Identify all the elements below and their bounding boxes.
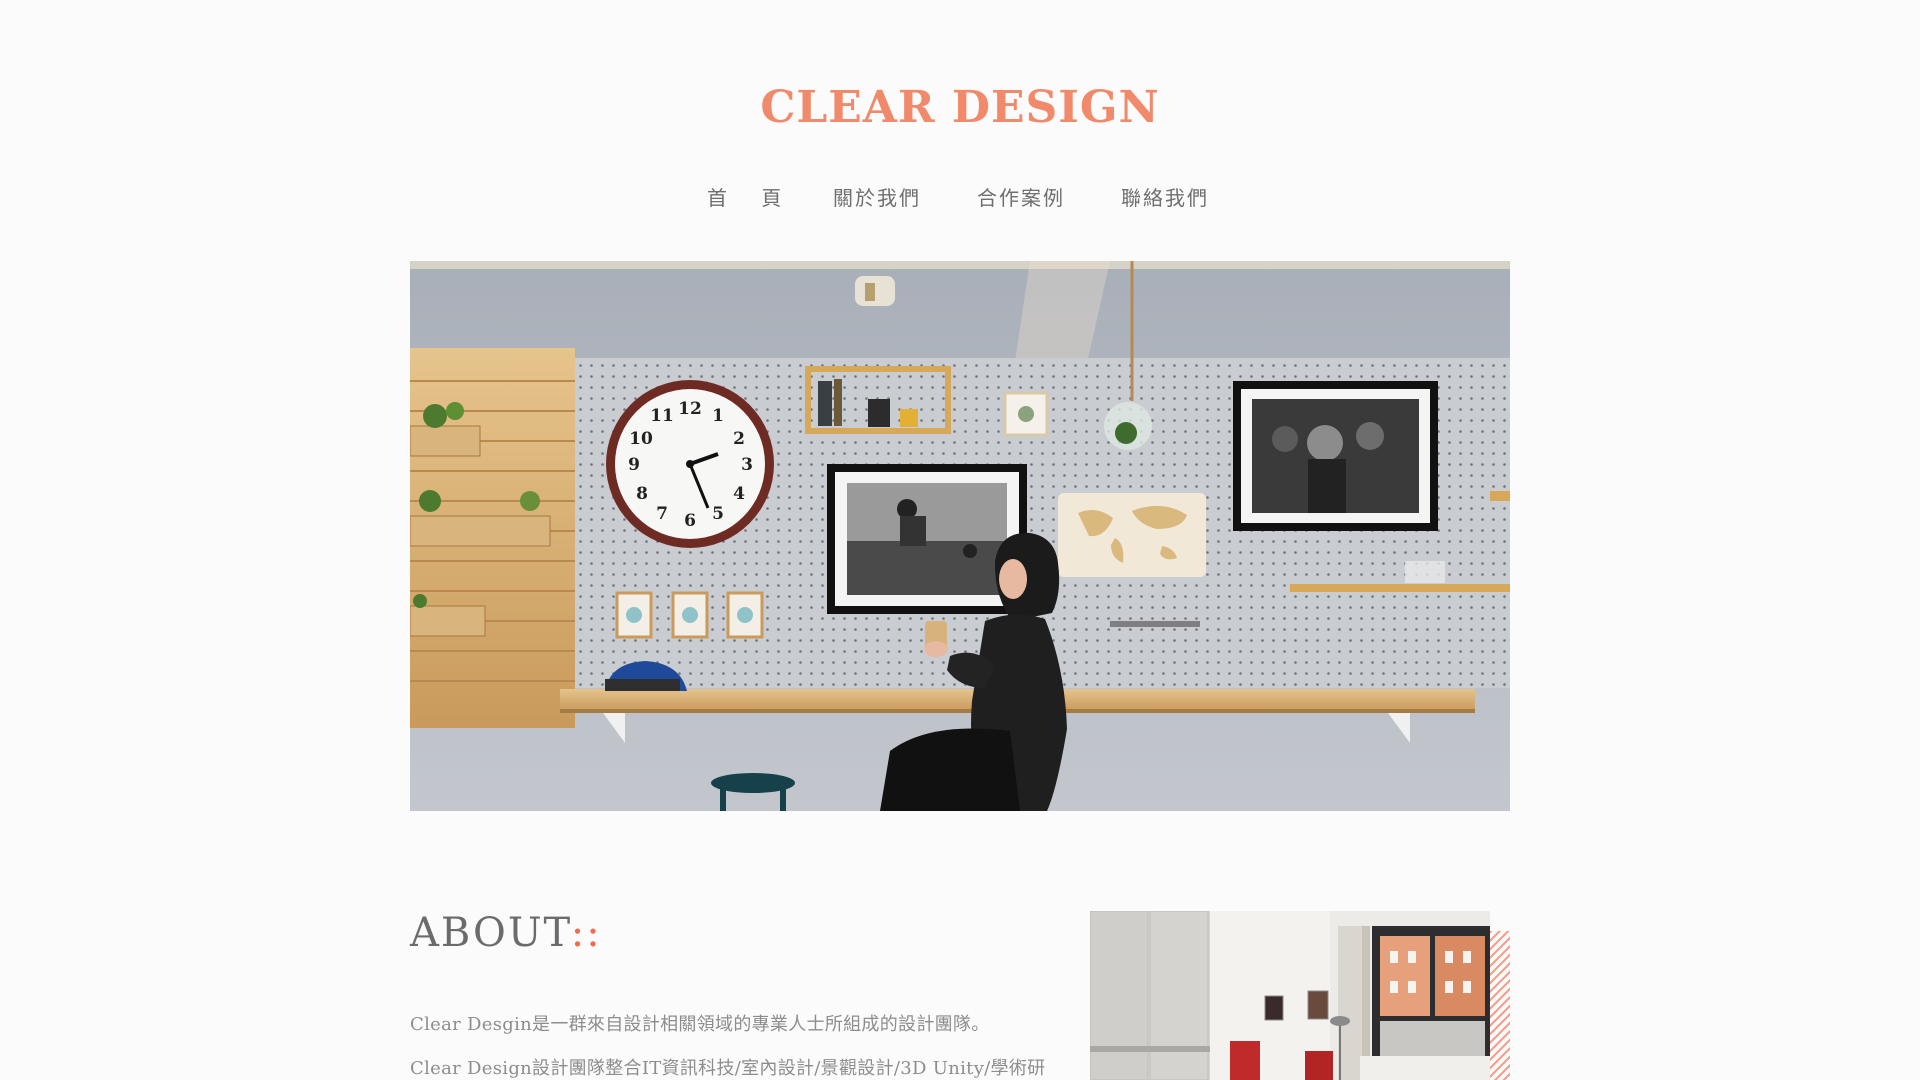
about-title-accent: ::	[570, 910, 602, 956]
wall-clock: 12 1 2 3 4 5 6 7 8 9 10 11	[606, 380, 774, 548]
nav-item-cases[interactable]: 合作案例	[977, 182, 1065, 214]
clock-number: 12	[678, 399, 702, 419]
clock-number: 10	[629, 429, 653, 449]
clock-number: 4	[733, 484, 745, 504]
clock-number: 11	[650, 406, 674, 426]
clock-number: 6	[684, 511, 696, 531]
clock-number: 8	[636, 484, 648, 504]
about-paragraph-1: Clear Desgin是一群來自設計相關領域的專業人士所組成的設計團隊。	[410, 1014, 990, 1035]
clock-number: 3	[741, 455, 753, 475]
world-map-board	[1058, 493, 1206, 577]
clock-number: 1	[712, 406, 724, 426]
about-heading: ABOUT::	[410, 908, 602, 958]
about-photo-block	[1090, 911, 1510, 1080]
clock-number: 2	[733, 429, 745, 449]
clock-number: 5	[712, 504, 724, 524]
framed-photo-crowd	[1233, 381, 1438, 531]
about-photo	[1090, 911, 1490, 1080]
nav-item-contact[interactable]: 聯絡我們	[1121, 182, 1209, 214]
hero-illustration: 12 1 2 3 4 5 6 7 8 9 10 11	[410, 261, 1510, 811]
nav-item-home[interactable]: 首 頁	[707, 182, 795, 214]
wooden-planter	[410, 348, 575, 728]
page: CLEAR DESIGN 首 頁 關於我們 合作案例 聯絡我們 12 1 2 3…	[0, 0, 1920, 1080]
clock-number: 7	[656, 504, 668, 524]
framed-photo-skateboarder	[827, 464, 1027, 614]
clock-number: 9	[628, 455, 640, 475]
main-nav: 首 頁 關於我們 合作案例 聯絡我們	[0, 182, 1920, 214]
room-illustration	[1090, 911, 1490, 1080]
about-paragraph-2: Clear Design設計團隊整合IT資訊科技/室內設計/景觀設計/3D Un…	[410, 1058, 1046, 1079]
site-logo[interactable]: CLEAR DESIGN	[0, 80, 1920, 136]
about-title-text: ABOUT	[410, 910, 571, 956]
hero-image: 12 1 2 3 4 5 6 7 8 9 10 11	[410, 261, 1510, 811]
striped-decoration	[1490, 931, 1510, 1080]
nav-item-about[interactable]: 關於我們	[833, 182, 921, 214]
